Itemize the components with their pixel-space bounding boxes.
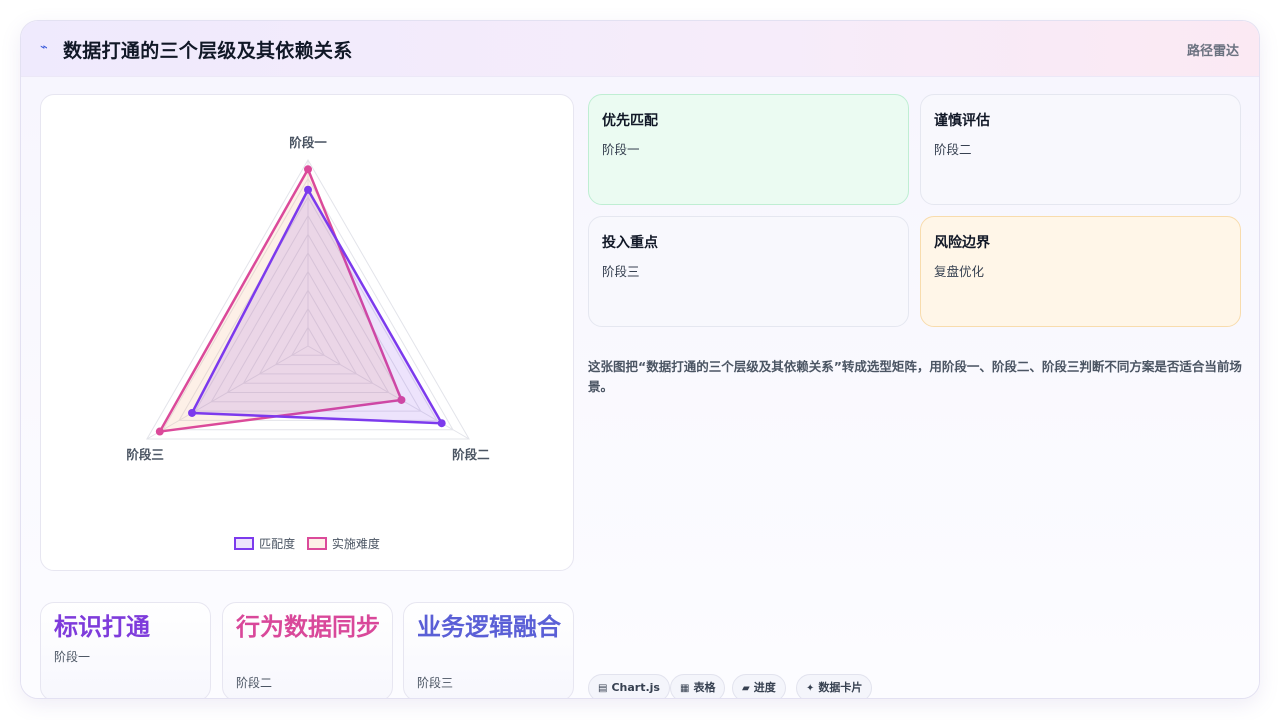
data-point: [188, 408, 197, 417]
data-point: [155, 427, 164, 436]
data-point: [304, 165, 312, 174]
axis-label: 阶段三: [126, 447, 164, 462]
stat-card-stage-1: 标识打通 阶段一: [40, 602, 211, 698]
page-title: 数据打通的三个层级及其依赖关系: [63, 40, 353, 62]
stat-sub: 阶段二: [236, 676, 273, 690]
card-sub: 阶段三: [602, 264, 640, 279]
radar-chart-card: 阶段一阶段二 阶段三 匹配度 实施难度: [40, 94, 574, 571]
card-title: 优先匹配: [602, 113, 658, 129]
dashboard-frame: ⌁ 数据打通的三个层级及其依赖关系 路径雷达 阶段一 阶段二 阶段三 匹配度 实施难…: [20, 20, 1260, 699]
legend-label: 匹配度: [259, 537, 296, 551]
chip-progress[interactable]: ▰ 进度: [732, 674, 786, 698]
card-investment-focus[interactable]: 投入重点 阶段三: [588, 216, 909, 327]
card-risk-boundary[interactable]: 风险边界 复盘优化: [920, 216, 1241, 327]
table-icon: ▦: [680, 683, 690, 694]
legend-item-difficulty[interactable]: 实施难度: [306, 535, 380, 552]
stage-stats: 标识打通 阶段一 行为数据同步 阶段二 业务逻辑融合 阶段三: [40, 602, 574, 698]
card-title: 谨慎评估: [934, 113, 990, 129]
stat-title: 行为数据同步: [236, 613, 380, 641]
stat-title: 业务逻辑融合: [417, 613, 561, 641]
sparkline-icon: ⌁: [40, 40, 48, 55]
stat-sub: 阶段三: [417, 676, 454, 690]
card-title: 风险边界: [934, 235, 990, 251]
data-point: [437, 419, 446, 428]
card-icon: ✦: [806, 683, 815, 694]
stat-sub: 阶段一: [54, 650, 91, 664]
stat-card-stage-3: 业务逻辑融合 阶段三: [403, 602, 574, 698]
header: ⌁ 数据打通的三个层级及其依赖关系 路径雷达: [21, 21, 1259, 77]
stat-title: 标识打通: [54, 613, 150, 641]
card-title: 投入重点: [602, 235, 658, 251]
chip-data-card[interactable]: ✦ 数据卡片: [796, 674, 873, 698]
card-careful-eval[interactable]: 谨慎评估 阶段二: [920, 94, 1241, 205]
card-sub: 复盘优化: [934, 264, 985, 279]
main-content: 阶段一 阶段二 阶段三 匹配度 实施难度 标识打通 阶段一 行为数据同步 阶段二 业…: [21, 77, 1259, 698]
legend-label: 实施难度: [331, 537, 380, 551]
legend-item-match[interactable]: 匹配度: [234, 535, 295, 552]
chip-label: Chart.js: [611, 681, 660, 694]
chart-legend: 匹配度 实施难度: [41, 535, 573, 552]
stat-card-stage-2: 行为数据同步 阶段二: [222, 602, 393, 698]
card-priority-match[interactable]: 优先匹配 阶段一: [588, 94, 909, 205]
chart-description: 这张图把“数据打通的三个层级及其依赖关系”转成选型矩阵，用阶段一、阶段二、阶段三…: [588, 359, 1242, 394]
axis-label: 阶段二: [452, 447, 490, 462]
chip-chartjs[interactable]: ▤ Chart.js: [588, 674, 670, 698]
legend-swatch: [234, 537, 255, 550]
chip-table[interactable]: ▦ 表格: [670, 674, 726, 698]
chip-label: 表格: [693, 681, 716, 694]
chart-icon: ▤: [598, 683, 608, 694]
chip-label: 进度: [753, 681, 776, 694]
axis-label: 阶段一: [289, 135, 327, 150]
radar-chart: 阶段一阶段二 阶段三: [126, 135, 490, 462]
header-tag[interactable]: 路径雷达: [1187, 40, 1239, 59]
legend-swatch: [306, 537, 327, 550]
card-sub: 阶段一: [602, 142, 640, 157]
data-point: [304, 185, 312, 194]
chip-label: 数据卡片: [818, 681, 863, 694]
card-sub: 阶段二: [934, 142, 972, 157]
progress-icon: ▰: [742, 683, 750, 694]
